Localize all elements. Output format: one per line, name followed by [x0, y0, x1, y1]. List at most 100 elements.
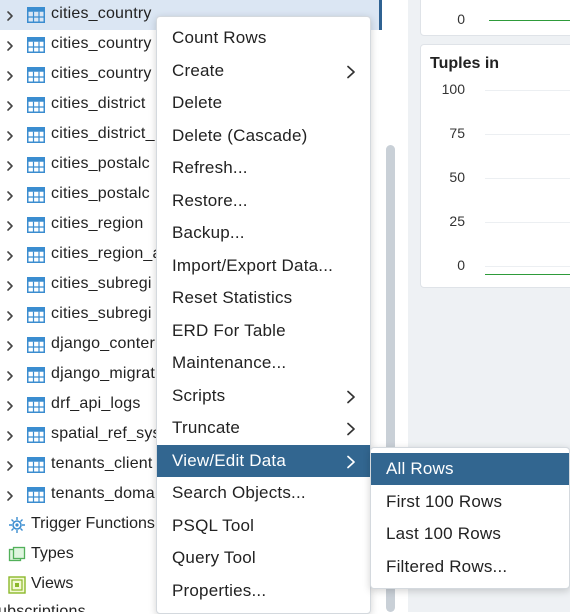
chevron-right-icon: [346, 389, 356, 403]
table-name: django_conter: [51, 335, 156, 352]
menu-item-import-export-data[interactable]: Import/Export Data...: [157, 250, 370, 282]
table-name: cities_subregi: [51, 305, 152, 322]
menu-item-erd-for-table[interactable]: ERD For Table: [157, 315, 370, 347]
menu-item-delete[interactable]: Delete: [157, 87, 370, 119]
gridline: [485, 222, 570, 223]
menu-item-label: Search Objects...: [172, 483, 306, 502]
node-name: Types: [31, 545, 74, 562]
chevron-right-icon[interactable]: [4, 129, 16, 141]
tuples-in-card: Tuples in 100 75 50 25 0: [420, 44, 570, 288]
chevron-right-icon[interactable]: [4, 339, 16, 351]
menu-item-properties[interactable]: Properties...: [157, 575, 370, 607]
table-name: cities_district: [51, 95, 146, 112]
tree-node-label: ubscriptions: [0, 603, 86, 612]
table-name: cities_country: [51, 35, 152, 52]
menu-item-label: Truncate: [172, 418, 241, 437]
context-menu: Count Rows Create Delete Delete (Cascade) Re…: [156, 16, 371, 614]
chevron-right-icon[interactable]: [4, 69, 16, 81]
chevron-right-icon[interactable]: [4, 309, 16, 321]
table-icon: [27, 397, 45, 413]
table-icon: [27, 427, 45, 443]
types-icon: [8, 546, 26, 564]
y-tick: 0: [457, 257, 465, 273]
table-icon: [27, 187, 45, 203]
table-icon: [27, 97, 45, 113]
chevron-right-icon[interactable]: [4, 159, 16, 171]
table-name: cities_postalc: [51, 155, 150, 172]
table-name: cities_subregi: [51, 275, 152, 292]
menu-item-label: Reset Statistics: [172, 288, 293, 307]
menu-item-restore[interactable]: Restore...: [157, 185, 370, 217]
gridline: [485, 90, 570, 91]
menu-item-query-tool[interactable]: Query Tool: [157, 542, 370, 574]
menu-item-search-objects[interactable]: Search Objects...: [157, 477, 370, 509]
panel-divider[interactable]: [379, 0, 382, 30]
menu-item-label: ERD For Table: [172, 320, 286, 340]
chevron-right-icon[interactable]: [4, 459, 16, 471]
table-name: django_migrat: [51, 365, 155, 382]
chart-title: Tuples in: [430, 55, 500, 72]
chart-series-line: [489, 20, 570, 21]
menu-item-label: PSQL Tool: [172, 515, 255, 535]
chevron-right-icon[interactable]: [4, 399, 16, 411]
submenu-item-label: First 100 Rows: [386, 491, 503, 511]
chevron-right-icon[interactable]: [4, 39, 16, 51]
submenu-item-last-100-rows[interactable]: Last 100 Rows: [371, 518, 569, 550]
menu-item-scripts[interactable]: Scripts: [157, 380, 370, 412]
node-name: Trigger Functions: [31, 515, 155, 532]
menu-item-create[interactable]: Create: [157, 55, 370, 87]
submenu-item-all-rows[interactable]: All Rows: [371, 453, 569, 485]
chevron-right-icon[interactable]: [4, 369, 16, 381]
menu-item-label: Import/Export Data...: [172, 255, 334, 275]
table-name: drf_api_logs: [51, 395, 141, 412]
chevron-right-icon[interactable]: [4, 189, 16, 201]
table-name: cities_district_: [51, 125, 155, 142]
menu-item-label: Query Tool: [172, 548, 256, 567]
menu-item-delete-cascade[interactable]: Delete (Cascade): [157, 120, 370, 152]
views-icon: [8, 576, 26, 594]
table-icon: [27, 217, 45, 233]
table-icon: [27, 37, 45, 53]
y-tick: 50: [449, 169, 465, 185]
menu-item-label: Delete (Cascade): [172, 125, 308, 145]
menu-item-label: Restore...: [172, 190, 248, 210]
table-name: cities_region_a: [51, 245, 162, 262]
table-icon: [27, 277, 45, 293]
submenu-item-label: Filtered Rows...: [386, 556, 508, 576]
view-edit-data-submenu: All Rows First 100 Rows Last 100 Rows Filte…: [370, 447, 570, 589]
chevron-right-icon: [346, 421, 356, 436]
chevron-right-icon[interactable]: [4, 219, 16, 231]
table-name: spatial_ref_sys: [51, 425, 161, 442]
menu-item-backup[interactable]: Backup...: [157, 217, 370, 249]
trigger-functions-icon: [8, 516, 26, 534]
gridline: [485, 134, 570, 135]
chevron-right-icon: [346, 64, 356, 78]
chevron-right-icon[interactable]: [4, 429, 16, 441]
menu-item-label: Properties...: [172, 580, 267, 600]
menu-item-refresh[interactable]: Refresh...: [157, 152, 370, 184]
submenu-item-first-100-rows[interactable]: First 100 Rows: [371, 486, 569, 518]
y-tick: 75: [449, 125, 465, 141]
menu-item-label: Delete: [172, 93, 223, 112]
submenu-item-filtered-rows[interactable]: Filtered Rows...: [371, 551, 569, 583]
chart-series-line: [485, 274, 570, 275]
y-tick: 25: [449, 213, 465, 229]
chevron-right-icon[interactable]: [4, 249, 16, 261]
menu-item-label: Scripts: [172, 385, 226, 405]
submenu-item-label: All Rows: [386, 459, 454, 478]
menu-item-maintenance[interactable]: Maintenance...: [157, 347, 370, 379]
chevron-right-icon[interactable]: [4, 279, 16, 291]
table-name: tenants_client: [51, 455, 153, 472]
node-name: Views: [31, 575, 74, 592]
menu-item-count-rows[interactable]: Count Rows: [157, 22, 370, 54]
menu-item-reset-statistics[interactable]: Reset Statistics: [157, 282, 370, 314]
chevron-right-icon[interactable]: [4, 489, 16, 501]
menu-item-truncate[interactable]: Truncate: [157, 412, 370, 444]
table-icon: [27, 67, 45, 83]
table-name: cities_region: [51, 215, 144, 232]
table-icon: [27, 367, 45, 383]
menu-item-psql-tool[interactable]: PSQL Tool: [157, 510, 370, 542]
menu-item-view-edit-data[interactable]: View/Edit Data: [157, 444, 370, 477]
chevron-right-icon[interactable]: [4, 99, 16, 111]
chevron-right-icon[interactable]: [4, 9, 16, 21]
